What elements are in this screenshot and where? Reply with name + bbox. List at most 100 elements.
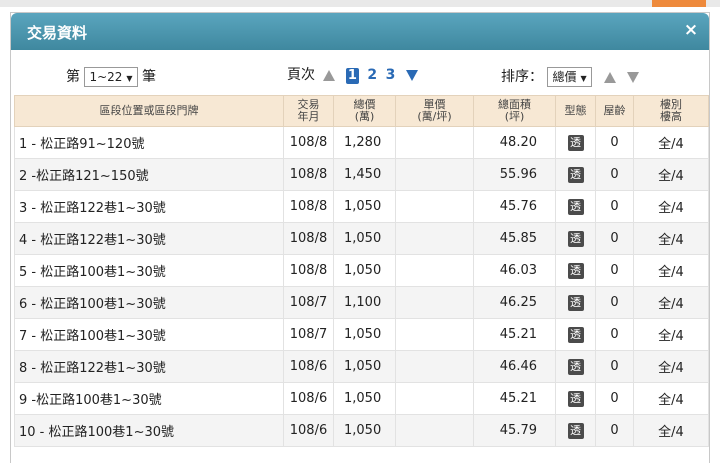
table-row[interactable]: 7 - 松正路100巷1~30號 108/7 1,050 45.21 透 0 全/4 xyxy=(14,318,709,351)
cell-area: 45.21 xyxy=(473,318,556,351)
cell-area: 46.25 xyxy=(473,286,556,319)
cell-date: 108/6 xyxy=(283,350,334,383)
page-link-2[interactable]: 2 xyxy=(367,67,377,83)
building-type-icon[interactable]: 透 xyxy=(567,198,584,215)
prev-page-icon[interactable] xyxy=(323,69,336,81)
cell-area: 46.46 xyxy=(473,350,556,383)
sort-select-value: 總價 xyxy=(552,70,577,84)
cell-type: 透 xyxy=(555,318,596,351)
range-control: 第 1~22 ▼ 筆 xyxy=(66,66,156,87)
cell-area: 46.03 xyxy=(473,254,556,287)
table-row[interactable]: 3 - 松正路122巷1~30號 108/8 1,050 45.76 透 0 全/4 xyxy=(14,190,709,223)
cell-type: 透 xyxy=(555,414,596,447)
building-type-icon[interactable]: 透 xyxy=(567,326,584,343)
cell-total: 1,280 xyxy=(333,126,396,159)
table-row[interactable]: 1 - 松正路91~120號 108/8 1,280 48.20 透 0 全/4 xyxy=(14,126,709,159)
cell-location: 6 - 松正路100巷1~30號 xyxy=(14,286,284,319)
next-page-icon[interactable] xyxy=(405,69,418,81)
header-area[interactable]: 總面積 (坪) xyxy=(473,95,556,127)
cell-floor: 全/4 xyxy=(633,286,709,319)
cell-location: 2 -松正路121~150號 xyxy=(14,158,284,191)
cell-date: 108/8 xyxy=(283,190,334,223)
cell-location: 7 - 松正路100巷1~30號 xyxy=(14,318,284,351)
cell-area: 45.85 xyxy=(473,222,556,255)
cell-unit xyxy=(395,158,474,191)
cell-unit xyxy=(395,254,474,287)
building-type-icon[interactable]: 透 xyxy=(567,390,584,407)
cell-location: 8 - 松正路122巷1~30號 xyxy=(14,350,284,383)
cell-date: 108/8 xyxy=(283,254,334,287)
cell-age: 0 xyxy=(595,190,634,223)
building-type-icon[interactable]: 透 xyxy=(567,294,584,311)
top-strip xyxy=(0,0,720,7)
header-type[interactable]: 型態 xyxy=(555,95,596,127)
cell-location: 9 -松正路100巷1~30號 xyxy=(14,382,284,415)
table-row[interactable]: 10 - 松正路100巷1~30號 108/6 1,050 45.79 透 0 全/4 xyxy=(14,414,709,447)
page-link-3[interactable]: 3 xyxy=(386,67,396,83)
cell-age: 0 xyxy=(595,382,634,415)
header-unit[interactable]: 單價 (萬/坪) xyxy=(395,95,474,127)
cell-location: 5 - 松正路100巷1~30號 xyxy=(14,254,284,287)
header-date-line2: 年月 xyxy=(297,110,320,123)
cell-age: 0 xyxy=(595,414,634,447)
header-floor-line2: 樓高 xyxy=(660,110,682,123)
cell-age: 0 xyxy=(595,158,634,191)
cell-date: 108/6 xyxy=(283,382,334,415)
range-select[interactable]: 1~22 ▼ xyxy=(84,67,138,87)
cell-age: 0 xyxy=(595,286,634,319)
sort-ascending-icon[interactable] xyxy=(604,71,617,83)
table-row[interactable]: 2 -松正路121~150號 108/8 1,450 55.96 透 0 全/4 xyxy=(14,158,709,191)
building-type-icon[interactable]: 透 xyxy=(567,422,584,439)
cell-unit xyxy=(395,126,474,159)
table-row[interactable]: 5 - 松正路100巷1~30號 108/8 1,050 46.03 透 0 全/4 xyxy=(14,254,709,287)
cell-total: 1,050 xyxy=(333,382,396,415)
building-type-icon[interactable]: 透 xyxy=(567,166,584,183)
header-total[interactable]: 總價 (萬) xyxy=(333,95,396,127)
cell-age: 0 xyxy=(595,126,634,159)
cell-unit xyxy=(395,414,474,447)
close-icon[interactable]: × xyxy=(681,20,701,40)
cell-age: 0 xyxy=(595,318,634,351)
table-row[interactable]: 4 - 松正路122巷1~30號 108/8 1,050 45.85 透 0 全/4 xyxy=(14,222,709,255)
table-row[interactable]: 6 - 松正路100巷1~30號 108/7 1,100 46.25 透 0 全/4 xyxy=(14,286,709,319)
cell-total: 1,050 xyxy=(333,318,396,351)
cell-type: 透 xyxy=(555,126,596,159)
header-location[interactable]: 區段位置或區段門牌 xyxy=(14,95,284,127)
building-type-icon[interactable]: 透 xyxy=(567,134,584,151)
header-unit-line2: (萬/坪) xyxy=(417,110,452,123)
table-row[interactable]: 8 - 松正路122巷1~30號 108/6 1,050 46.46 透 0 全/4 xyxy=(14,350,709,383)
cell-floor: 全/4 xyxy=(633,158,709,191)
cell-floor: 全/4 xyxy=(633,126,709,159)
cell-date: 108/6 xyxy=(283,414,334,447)
cell-floor: 全/4 xyxy=(633,222,709,255)
cell-age: 0 xyxy=(595,350,634,383)
transaction-table: 區段位置或區段門牌 交易 年月 總價 (萬) 單價 (萬/坪) 總面積 (坪) 型態 屋… xyxy=(14,95,709,447)
dialog-title: 交易資料 xyxy=(27,24,88,42)
cell-type: 透 xyxy=(555,254,596,287)
header-floor[interactable]: 樓別 樓高 xyxy=(633,95,709,127)
cell-total: 1,050 xyxy=(333,222,396,255)
sort-descending-icon[interactable] xyxy=(626,71,639,83)
building-type-icon[interactable]: 透 xyxy=(567,230,584,247)
chevron-down-icon: ▼ xyxy=(580,74,587,83)
header-date[interactable]: 交易 年月 xyxy=(283,95,334,127)
building-type-icon[interactable]: 透 xyxy=(567,358,584,375)
dialog-titlebar: 交易資料 × xyxy=(11,13,709,50)
cell-floor: 全/4 xyxy=(633,414,709,447)
cell-total: 1,050 xyxy=(333,350,396,383)
cell-total: 1,100 xyxy=(333,286,396,319)
cell-type: 透 xyxy=(555,382,596,415)
table-row[interactable]: 9 -松正路100巷1~30號 108/6 1,050 45.21 透 0 全/4 xyxy=(14,382,709,415)
range-prefix: 第 xyxy=(66,69,80,85)
header-age[interactable]: 屋齡 xyxy=(595,95,634,127)
building-type-icon[interactable]: 透 xyxy=(567,262,584,279)
sort-select[interactable]: 總價 ▼ xyxy=(547,67,592,87)
sort-control: 排序： 總價 ▼ xyxy=(501,66,639,87)
cell-floor: 全/4 xyxy=(633,350,709,383)
cell-date: 108/8 xyxy=(283,222,334,255)
cell-type: 透 xyxy=(555,190,596,223)
cell-floor: 全/4 xyxy=(633,318,709,351)
table-header-row: 區段位置或區段門牌 交易 年月 總價 (萬) 單價 (萬/坪) 總面積 (坪) 型態 屋… xyxy=(14,95,709,127)
header-total-line2: (萬) xyxy=(354,110,375,123)
current-page: 1 xyxy=(345,68,359,84)
